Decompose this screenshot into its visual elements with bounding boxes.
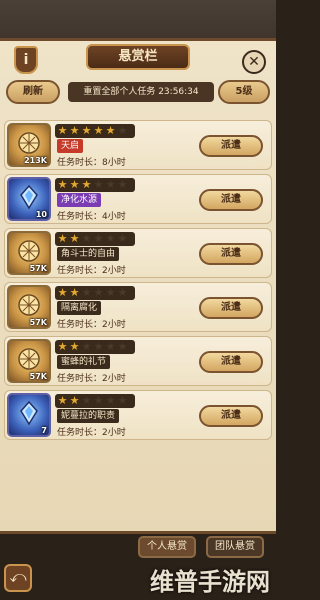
reward-amount: 57K — [29, 372, 47, 381]
toolbar: 刷新 重置全部个人任务 23:56:34 5级 — [6, 80, 270, 106]
star-icon: ★ — [117, 178, 128, 191]
quest-list: 213K ★ ★ ★ ★ ★ ★ 天启 任务时长：8小时 派遣 10 ★ ★ ★ ★ ★ ★ 净化水源 任务时长：4… — [4, 120, 272, 444]
star-icon: ★ — [117, 124, 128, 137]
star-icon: ★ — [93, 394, 104, 407]
star-icon: ★ — [105, 124, 116, 137]
star-icon: ★ — [117, 340, 128, 353]
reward-amount: 7 — [41, 426, 47, 435]
quest-name: 妮蔓拉的职责 — [57, 409, 120, 423]
quest-name: 净化水源 — [57, 193, 102, 207]
quest-duration: 任务时长：2小时 — [57, 374, 126, 384]
star-icon: ★ — [81, 286, 92, 299]
star-icon: ★ — [69, 286, 80, 299]
dispatch-button[interactable]: 派遣 — [199, 405, 263, 427]
reward-amount: 213K — [24, 156, 47, 165]
gold-sun-icon: 57K — [7, 231, 51, 275]
star-rating: ★ ★ ★ ★ ★ ★ — [57, 233, 128, 245]
refresh-button[interactable]: 刷新 — [6, 80, 60, 104]
star-icon: ★ — [105, 178, 116, 191]
tier-button[interactable]: 5级 — [218, 80, 270, 104]
star-icon: ★ — [57, 286, 68, 299]
watermark: 维普手游网 — [150, 568, 270, 596]
blue-crystal-icon: 7 — [7, 393, 51, 437]
reward-amount: 57K — [29, 318, 47, 327]
quest-name: 天启 — [57, 139, 84, 153]
quest-duration: 任务时长：8小时 — [57, 158, 126, 168]
quest-card: 213K ★ ★ ★ ★ ★ ★ 天启 任务时长：8小时 派遣 — [4, 120, 272, 170]
star-icon: ★ — [93, 286, 104, 299]
star-icon: ★ — [57, 394, 68, 407]
dispatch-button[interactable]: 派遣 — [199, 135, 263, 157]
star-icon: ★ — [57, 232, 68, 245]
star-icon: ★ — [105, 340, 116, 353]
gold-sun-icon: 57K — [7, 339, 51, 383]
star-rating: ★ ★ ★ ★ ★ ★ — [57, 341, 128, 353]
page-title: 悬赏栏 — [86, 44, 190, 70]
back-button[interactable]: ⤺ — [4, 564, 32, 592]
dispatch-button[interactable]: 派遣 — [199, 297, 263, 319]
star-icon: ★ — [69, 232, 80, 245]
gold-sun-icon: 213K — [7, 123, 51, 167]
star-icon: ★ — [81, 178, 92, 191]
quest-name: 角斗士的自由 — [57, 247, 120, 261]
dispatch-button[interactable]: 派遣 — [199, 243, 263, 265]
star-icon: ★ — [57, 178, 68, 191]
info-button[interactable]: i — [14, 46, 38, 74]
star-icon: ★ — [81, 394, 92, 407]
quest-card: 57K ★ ★ ★ ★ ★ ★ 蜜蜂的礼节 任务时长：2小时 派遣 — [4, 336, 272, 386]
gold-sun-icon: 57K — [7, 285, 51, 329]
star-icon: ★ — [69, 340, 80, 353]
quest-name: 隔离腐化 — [57, 301, 102, 315]
star-icon: ★ — [93, 232, 104, 245]
dispatch-button[interactable]: 派遣 — [199, 189, 263, 211]
quest-name: 蜜蜂的礼节 — [57, 355, 111, 369]
star-icon: ★ — [69, 124, 80, 137]
reward-amount: 10 — [35, 210, 47, 219]
star-icon: ★ — [93, 178, 104, 191]
star-rating: ★ ★ ★ ★ ★ ★ — [57, 287, 128, 299]
star-icon: ★ — [57, 124, 68, 137]
star-icon: ★ — [105, 232, 116, 245]
star-icon: ★ — [105, 286, 116, 299]
star-icon: ★ — [117, 286, 128, 299]
star-icon: ★ — [117, 232, 128, 245]
quest-card: 10 ★ ★ ★ ★ ★ ★ 净化水源 任务时长：4小时 派遣 — [4, 174, 272, 224]
dispatch-button[interactable]: 派遣 — [199, 351, 263, 373]
quest-card: 57K ★ ★ ★ ★ ★ ★ 隔离腐化 任务时长：2小时 派遣 — [4, 282, 272, 332]
star-icon: ★ — [81, 232, 92, 245]
star-icon: ★ — [57, 340, 68, 353]
star-icon: ★ — [93, 340, 104, 353]
reward-amount: 57K — [29, 264, 47, 273]
star-rating: ★ ★ ★ ★ ★ ★ — [57, 395, 128, 407]
star-icon: ★ — [81, 124, 92, 137]
star-icon: ★ — [69, 394, 80, 407]
quest-duration: 任务时长：2小时 — [57, 428, 126, 438]
tab-personal-bounty[interactable]: 个人悬赏 — [138, 536, 196, 558]
star-rating: ★ ★ ★ ★ ★ ★ — [57, 125, 128, 137]
quest-card: 7 ★ ★ ★ ★ ★ ★ 妮蔓拉的职责 任务时长：2小时 派遣 — [4, 390, 272, 440]
star-icon: ★ — [117, 394, 128, 407]
star-icon: ★ — [93, 124, 104, 137]
star-icon: ★ — [81, 340, 92, 353]
close-button[interactable]: ✕ — [242, 50, 266, 74]
quest-duration: 任务时长：2小时 — [57, 320, 126, 330]
quest-duration: 任务时长：4小时 — [57, 212, 126, 222]
reset-timer: 重置全部个人任务 23:56:34 — [68, 82, 214, 102]
tab-team-bounty[interactable]: 团队悬赏 — [206, 536, 264, 558]
blue-crystal-icon: 10 — [7, 177, 51, 221]
star-icon: ★ — [105, 394, 116, 407]
quest-card: 57K ★ ★ ★ ★ ★ ★ 角斗士的自由 任务时长：2小时 派遣 — [4, 228, 272, 278]
quest-duration: 任务时长：2小时 — [57, 266, 126, 276]
star-rating: ★ ★ ★ ★ ★ ★ — [57, 179, 128, 191]
star-icon: ★ — [69, 178, 80, 191]
